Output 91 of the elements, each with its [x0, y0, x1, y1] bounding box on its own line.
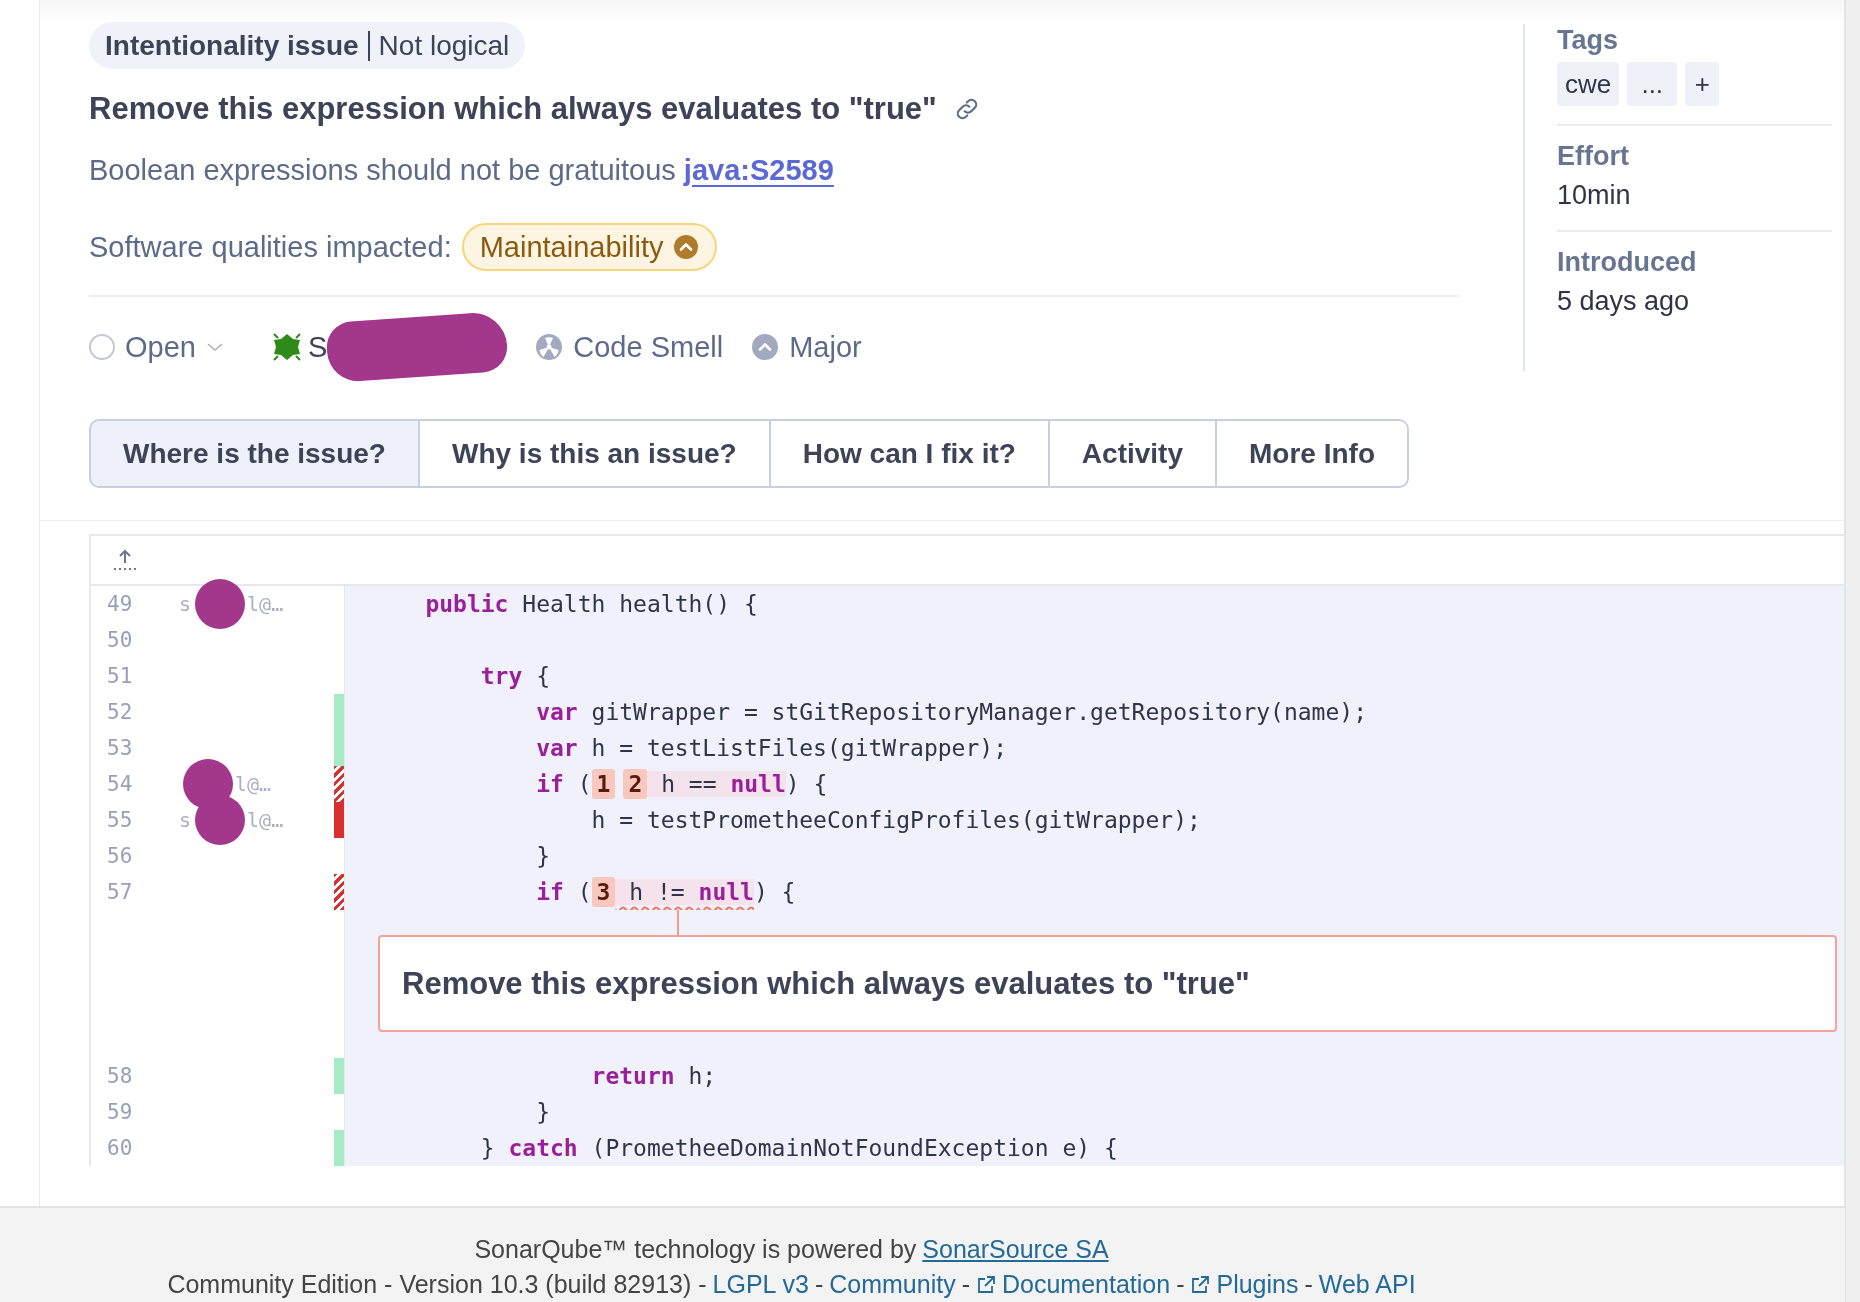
line-number: 50: [106, 628, 134, 652]
footer-text: -: [814, 1270, 824, 1299]
caret-icon: [205, 341, 224, 353]
line-number: 56: [106, 844, 134, 868]
assignee-name[interactable]: S: [307, 330, 328, 364]
code-token: h;: [687, 1063, 717, 1089]
code-token: {: [535, 663, 551, 689]
code-token: null: [730, 771, 786, 797]
issue-type: Code Smell: [573, 330, 724, 364]
code-token: catch: [508, 1135, 578, 1161]
location-marker: 3: [591, 877, 616, 907]
chevron-up-icon: [673, 234, 700, 260]
field-value: 10min: [1557, 179, 1632, 212]
expand-up-icon[interactable]: [111, 547, 139, 573]
footer-link[interactable]: SonarSource SA: [922, 1235, 1109, 1264]
qualities-label: Software qualities impacted:: [89, 230, 452, 264]
code-token: (: [576, 879, 592, 905]
author-text: s: [179, 808, 192, 832]
code-token: public: [424, 591, 509, 617]
line-number: 59: [106, 1100, 134, 1124]
line-number: 60: [106, 1136, 134, 1160]
code-token: h ==: [647, 771, 731, 797]
location-marker: 2: [623, 769, 648, 799]
status-dropdown[interactable]: Open: [89, 330, 224, 364]
author-text: l@…: [235, 772, 272, 796]
rule-description: Boolean expressions should not be gratuitous: [89, 153, 676, 187]
location-marker: 1: [591, 769, 616, 799]
line-number: 52: [106, 700, 134, 724]
external-link-icon: [1190, 1274, 1211, 1295]
line-number: 49: [106, 592, 134, 616]
code-token: h = testPrometheeConfigProfiles(gitWrapper);: [590, 807, 1201, 833]
line-number: 53: [106, 736, 134, 760]
code-token: if: [535, 771, 564, 797]
external-link-icon: [976, 1274, 996, 1295]
footer-text: -: [961, 1270, 970, 1299]
line-number: 51: [106, 664, 134, 688]
code-token: return: [590, 1063, 675, 1089]
footer-text: -: [1304, 1270, 1313, 1299]
code-token: ) {: [753, 879, 796, 905]
code-token: }: [535, 1099, 550, 1125]
code-token: var: [535, 735, 578, 761]
footer-text: Community Edition - Version 10.3 (build 82913) -: [167, 1270, 707, 1299]
code-token: ) {: [785, 771, 828, 797]
author-text: s: [179, 592, 192, 616]
add-tag-button[interactable]: +: [1685, 62, 1720, 106]
tab[interactable]: Where is the issue?: [89, 419, 420, 488]
code-token: (: [576, 771, 592, 797]
rule-link[interactable]: java:S2589: [683, 153, 834, 187]
author-text: l@…: [247, 592, 284, 616]
radio-icon: [89, 334, 115, 360]
code-token: (PrometheeDomainNotFoundException e) {: [590, 1135, 1118, 1161]
footer-text: -: [1176, 1270, 1185, 1299]
footer-link[interactable]: Documentation: [976, 1270, 1171, 1299]
code-smell-icon: [535, 333, 564, 361]
tab[interactable]: Activity: [1049, 419, 1217, 488]
code-token: if: [535, 879, 564, 905]
issue-title: Remove this expression which always evaluates to "true": [89, 91, 937, 127]
code-token: }: [535, 843, 550, 869]
line-number: 58: [106, 1064, 134, 1088]
field-value: 5 days ago: [1557, 285, 1691, 318]
footer-link[interactable]: Community: [829, 1270, 956, 1299]
footer-link[interactable]: Web API: [1318, 1270, 1416, 1299]
code-token: gitWrapper = stGitRepositoryManager.getRepository(name);: [590, 699, 1367, 725]
tab[interactable]: Why is this an issue?: [419, 419, 771, 488]
tag-chip[interactable]: ...: [1627, 62, 1678, 106]
code-token: h !=: [615, 879, 699, 905]
line-number: 57: [106, 880, 134, 904]
code-token: try: [479, 663, 523, 689]
avatar-icon: [271, 332, 302, 362]
code-token: Health health() {: [521, 591, 758, 617]
severity-icon: [751, 333, 780, 361]
footer-text: SonarQube™ technology is powered by: [474, 1235, 917, 1264]
tags-label: Tags: [1557, 24, 1619, 56]
tab[interactable]: How can I fix it?: [770, 419, 1050, 488]
line-number: 54: [106, 772, 134, 796]
code-token: var: [535, 699, 578, 725]
author-text: l@…: [247, 808, 284, 832]
code-token: null: [698, 879, 754, 905]
code-token: }: [479, 1135, 496, 1161]
code-token: h = testListFiles(gitWrapper);: [590, 735, 1007, 761]
clean-code-tag: Intentionality issue Not logical: [89, 22, 526, 69]
field-label: Effort: [1557, 140, 1630, 172]
footer-link[interactable]: LGPL v3: [712, 1270, 809, 1299]
issue-message: Remove this expression which always evaluates to "true": [378, 935, 1837, 1032]
quality-badge[interactable]: Maintainability: [461, 223, 718, 271]
issue-severity: Major: [789, 330, 862, 364]
line-number: 55: [106, 808, 134, 832]
field-label: Introduced: [1557, 246, 1698, 278]
tag-chip[interactable]: cwe: [1557, 62, 1620, 106]
tab[interactable]: More Info: [1217, 419, 1409, 488]
footer-link[interactable]: Plugins: [1190, 1270, 1299, 1299]
